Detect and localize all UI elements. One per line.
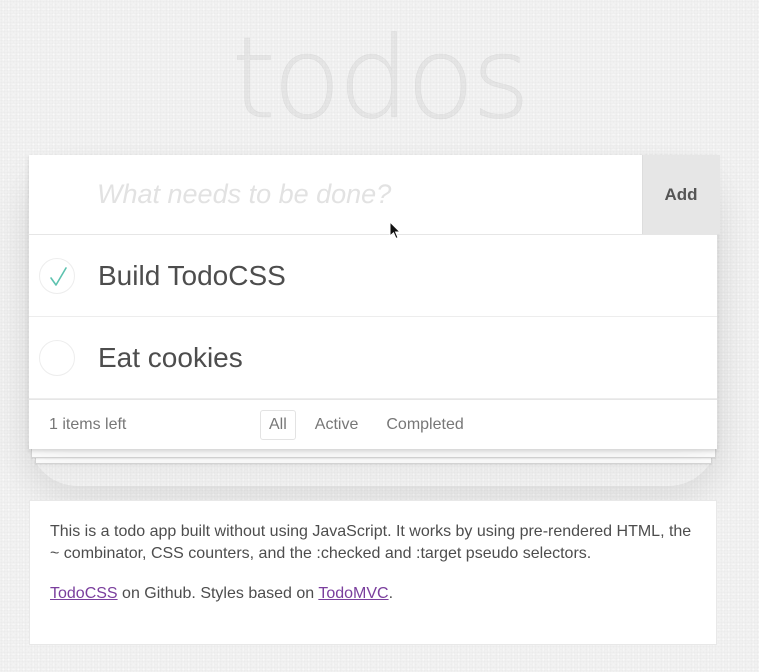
todo-list: Build TodoCSS Eat cookies xyxy=(29,234,717,399)
todo-item-build-todocss: Build TodoCSS xyxy=(29,235,717,317)
todomvc-link[interactable]: TodoMVC xyxy=(318,585,388,602)
filter-all[interactable]: All xyxy=(260,410,296,440)
info-credits-text: on Github. Styles based on xyxy=(117,585,319,602)
todo-item-eat-cookies: Eat cookies xyxy=(29,317,717,399)
todo-label[interactable]: Eat cookies xyxy=(98,317,243,398)
todocss-github-link[interactable]: TodoCSS xyxy=(50,585,118,602)
items-left-count: 1 items left xyxy=(49,416,127,433)
filter-active[interactable]: Active xyxy=(306,410,368,440)
filter-tabs: All Active Completed xyxy=(260,410,479,440)
info-credits-period: . xyxy=(388,585,394,602)
todo-toggle-unchecked[interactable] xyxy=(39,340,75,376)
new-todo-input[interactable] xyxy=(29,155,642,234)
todo-app: Add Build TodoCSS Eat cookies 1 items le… xyxy=(29,155,720,449)
todo-toggle-checked[interactable] xyxy=(39,258,75,294)
todo-footer: 1 items left All Active Completed xyxy=(29,399,717,449)
add-button[interactable]: Add xyxy=(642,155,720,234)
stack-paper-middle xyxy=(31,449,716,458)
todo-label[interactable]: Build TodoCSS xyxy=(98,235,286,316)
check-icon xyxy=(50,267,67,286)
info-description: This is a todo app built without using J… xyxy=(50,523,692,562)
filter-completed[interactable]: Completed xyxy=(377,410,472,440)
info-panel: This is a todo app built without using J… xyxy=(29,500,717,645)
info-credits: TodoCSS on Github. Styles based on TodoM… xyxy=(50,583,696,605)
app-title: todos xyxy=(231,14,531,145)
mouse-pointer-icon xyxy=(389,221,402,240)
